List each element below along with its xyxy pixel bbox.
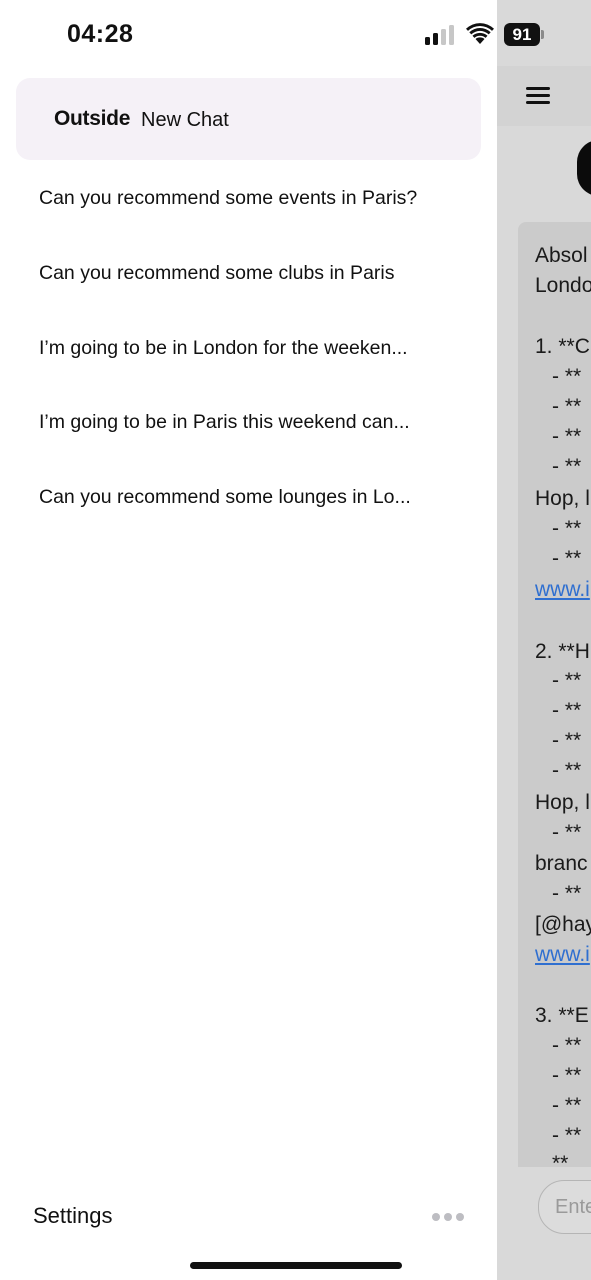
brand-logo: Outside bbox=[54, 107, 131, 130]
message-line: - ** bbox=[552, 547, 582, 570]
chat-history-item[interactable]: I’m going to be in Paris this weekend ca… bbox=[39, 411, 410, 434]
message-line: - ** bbox=[552, 517, 582, 540]
message-line: - ** bbox=[552, 1034, 582, 1057]
message-line: - ** bbox=[552, 669, 582, 692]
message-line: - ** bbox=[552, 1124, 582, 1147]
message-link[interactable]: www.i bbox=[535, 943, 590, 967]
message-line: - ** bbox=[552, 882, 582, 905]
message-line: - ** bbox=[552, 1064, 582, 1087]
message-line: 2. **H bbox=[535, 640, 590, 663]
message-line: branc bbox=[535, 852, 588, 875]
chat-history-item[interactable]: I’m going to be in London for the weeken… bbox=[39, 337, 408, 360]
message-line: Hop, l bbox=[535, 487, 590, 510]
message-line: - ** bbox=[552, 365, 582, 388]
side-drawer: 04:28 Outside New Chat Can you recommend… bbox=[0, 0, 497, 1280]
message-line: Londo bbox=[535, 274, 591, 297]
chat-history-item[interactable]: Can you recommend some lounges in Lo... bbox=[39, 486, 411, 509]
cellular-signal-icon bbox=[425, 25, 457, 45]
message-line: Hop, l bbox=[535, 791, 590, 814]
message-line: - ** bbox=[552, 455, 582, 478]
chat-input-placeholder: Ente bbox=[555, 1196, 591, 1218]
new-chat-button[interactable]: Outside New Chat bbox=[16, 78, 481, 160]
message-line: - ** bbox=[552, 1094, 582, 1117]
message-line: 3. **E bbox=[535, 1004, 589, 1027]
message-line: - ** bbox=[552, 425, 582, 448]
chat-title-pill[interactable] bbox=[577, 140, 591, 196]
message-line: [@hay bbox=[535, 913, 591, 936]
chat-history-item[interactable]: Can you recommend some clubs in Paris bbox=[39, 262, 395, 285]
message-line: Absol bbox=[535, 244, 588, 267]
chat-input[interactable]: Ente bbox=[538, 1180, 591, 1234]
message-line: - ** bbox=[552, 821, 582, 844]
chat-panel: Absol Londo 1. **C - ** - ** - ** - ** H… bbox=[497, 0, 591, 1280]
message-line: - ** bbox=[552, 395, 582, 418]
new-chat-label: New Chat bbox=[141, 109, 229, 131]
message-line: 1. **C bbox=[535, 335, 590, 358]
hamburger-menu-icon[interactable] bbox=[526, 87, 550, 104]
message-line: - ** bbox=[552, 759, 582, 782]
settings-button[interactable]: Settings bbox=[33, 1203, 113, 1229]
battery-icon: 91 bbox=[504, 23, 540, 46]
message-line: - ** bbox=[552, 729, 582, 752]
wifi-icon bbox=[466, 23, 494, 44]
home-indicator bbox=[190, 1262, 402, 1269]
message-line: - ** bbox=[552, 699, 582, 722]
message-line: ** bbox=[552, 1152, 569, 1175]
battery-tip bbox=[541, 30, 544, 39]
more-options-icon[interactable] bbox=[432, 1213, 464, 1221]
chat-history-item[interactable]: Can you recommend some events in Paris? bbox=[39, 187, 417, 210]
message-link[interactable]: www.i bbox=[535, 578, 590, 602]
status-time: 04:28 bbox=[67, 20, 134, 48]
